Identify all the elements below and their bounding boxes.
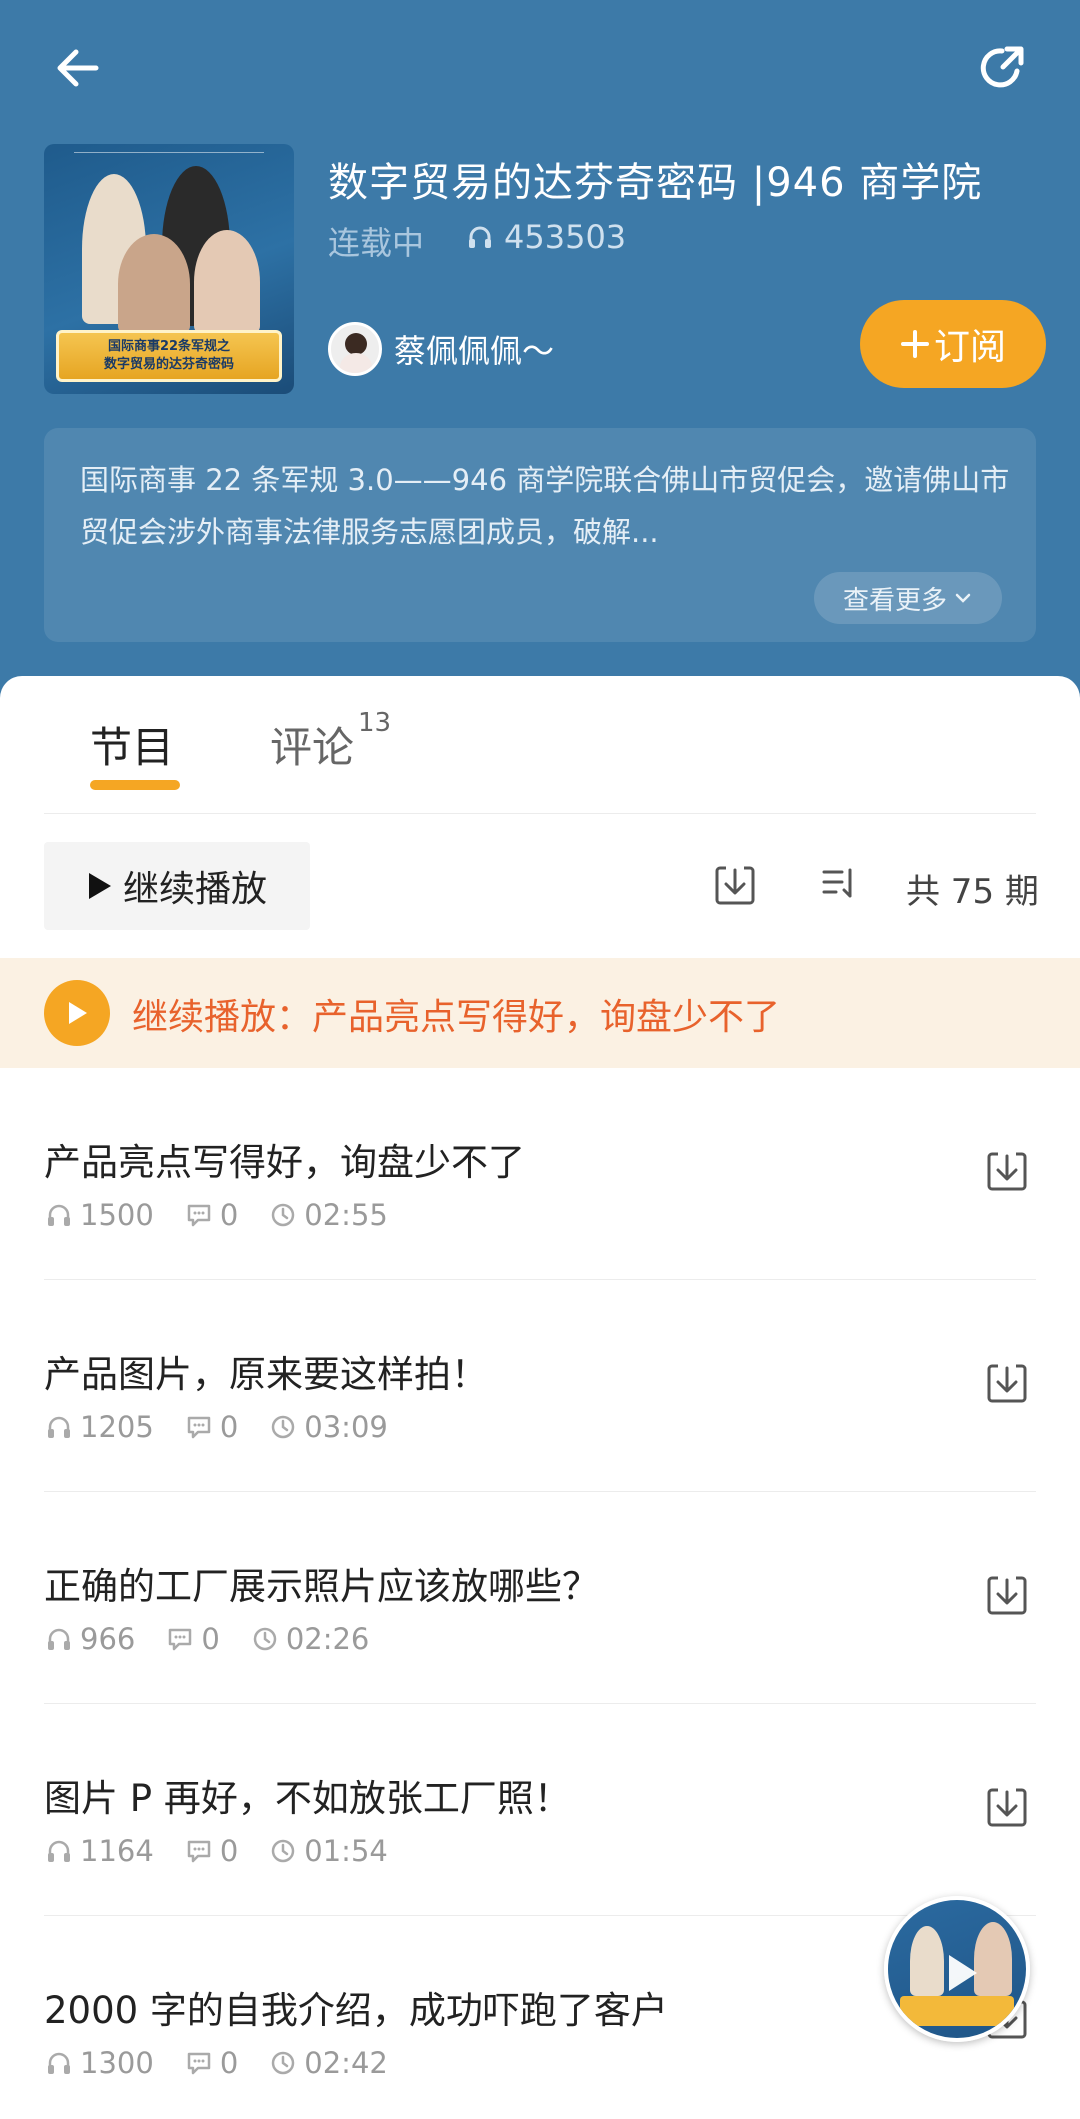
clock-icon bbox=[272, 1415, 295, 1439]
episode-comments: 0 bbox=[219, 1834, 239, 1868]
subscribe-label: 订阅 bbox=[933, 327, 1006, 368]
batch-download-icon[interactable] bbox=[712, 862, 758, 912]
download-icon[interactable] bbox=[984, 1360, 1030, 1410]
author-name[interactable]: 蔡佩佩佩～ bbox=[394, 326, 554, 372]
episode-plays: 1500 bbox=[80, 1198, 154, 1232]
cover-person bbox=[194, 230, 260, 334]
continue-play-button[interactable]: 继续播放 bbox=[44, 842, 310, 930]
back-arrow-icon[interactable] bbox=[38, 28, 118, 108]
author-avatar[interactable] bbox=[328, 322, 382, 376]
play-count-value: 453503 bbox=[504, 218, 627, 256]
episode-comments: 0 bbox=[219, 2046, 239, 2080]
album-play-count: 453503 bbox=[466, 218, 626, 256]
episode-duration: 01:54 bbox=[304, 1834, 388, 1868]
subscribe-button[interactable]: 订阅 bbox=[860, 300, 1046, 388]
author-info[interactable]: 蔡佩佩佩～ bbox=[328, 322, 554, 376]
episode-plays: 1164 bbox=[80, 1834, 154, 1868]
tab-bar: 节目 评论 13 bbox=[44, 706, 1036, 814]
episode-total: 共 75 期 bbox=[906, 872, 1039, 912]
download-icon[interactable] bbox=[984, 1784, 1030, 1834]
cover-strip bbox=[74, 152, 264, 166]
headphones-icon bbox=[48, 1628, 70, 1650]
episode-meta: 1205 0 03:09 bbox=[46, 1410, 420, 1444]
episode-duration: 03:09 bbox=[304, 1410, 388, 1444]
show-more-button[interactable]: 查看更多 bbox=[814, 572, 1002, 624]
resume-text[interactable]: 继续播放：产品亮点写得好，询盘少不了 bbox=[132, 988, 780, 1040]
episode-plays: 966 bbox=[80, 1622, 136, 1656]
album-title: 数字贸易的达芬奇密码 |946 商学院 bbox=[328, 160, 983, 206]
headphones-icon bbox=[469, 226, 491, 248]
episode-title[interactable]: 产品图片，原来要这样拍！ bbox=[44, 1344, 488, 1398]
mini-player-banner bbox=[900, 1996, 1014, 2026]
episode-comments: 0 bbox=[219, 1198, 239, 1232]
tab-comments[interactable]: 评论 13 bbox=[270, 708, 391, 775]
episode-item[interactable]: 产品图片，原来要这样拍！ 1205 0 03:09 bbox=[44, 1280, 1036, 1492]
tab-programs[interactable]: 节目 bbox=[90, 714, 174, 775]
comment-icon bbox=[187, 1416, 211, 1439]
cover-person bbox=[118, 234, 190, 334]
cover-banner-line1: 国际商事22条军规之 bbox=[107, 339, 231, 354]
episode-title[interactable]: 图片 P 再好，不如放张工厂照！ bbox=[44, 1768, 571, 1822]
headphones-icon bbox=[48, 2052, 70, 2074]
resume-play-icon[interactable] bbox=[44, 980, 110, 1046]
mini-player[interactable] bbox=[884, 1896, 1030, 2042]
album-status: 连载中 bbox=[328, 224, 425, 262]
comment-icon bbox=[187, 1204, 211, 1227]
episode-item[interactable]: 图片 P 再好，不如放张工厂照！ 1164 0 01:54 bbox=[44, 1704, 1036, 1916]
tab-programs-label: 节目 bbox=[90, 723, 175, 772]
cover-banner-line2: 数字贸易的达芬奇密码 bbox=[103, 357, 234, 372]
episode-duration: 02:26 bbox=[285, 1622, 370, 1656]
show-more-label: 查看更多 bbox=[842, 585, 947, 616]
download-icon[interactable] bbox=[984, 1572, 1030, 1622]
episode-item[interactable]: 正确的工厂展示照片应该放哪些？ 966 0 02:26 bbox=[44, 1492, 1036, 1704]
chevron-down-icon bbox=[955, 593, 971, 603]
episode-meta: 1500 0 02:55 bbox=[46, 1198, 420, 1232]
active-tab-indicator bbox=[90, 780, 180, 790]
headphones-icon bbox=[48, 1204, 70, 1226]
episode-comments: 0 bbox=[219, 1410, 239, 1444]
episode-title[interactable]: 2000 字的自我介绍，成功吓跑了客户 bbox=[44, 1980, 668, 2034]
headphones-icon bbox=[48, 1840, 70, 1862]
clock-icon bbox=[272, 1203, 295, 1227]
share-icon[interactable] bbox=[962, 28, 1042, 108]
mini-player-play-icon[interactable] bbox=[939, 1951, 983, 1995]
episode-meta: 966 0 02:26 bbox=[46, 1622, 401, 1656]
comment-icon bbox=[169, 1628, 192, 1651]
resume-banner[interactable]: 继续播放：产品亮点写得好，询盘少不了 bbox=[0, 958, 1080, 1068]
episode-plays: 1300 bbox=[80, 2046, 154, 2080]
clock-icon bbox=[272, 2051, 295, 2075]
episode-duration: 02:42 bbox=[304, 2046, 388, 2080]
plus-icon bbox=[900, 330, 929, 358]
clock-icon bbox=[253, 1627, 277, 1651]
episode-meta: 1300 0 02:42 bbox=[46, 2046, 420, 2080]
tab-comments-label: 评论 bbox=[270, 723, 355, 772]
episode-duration: 02:55 bbox=[304, 1198, 388, 1232]
clock-icon bbox=[272, 1839, 295, 1863]
episode-item[interactable]: 产品亮点写得好，询盘少不了 1500 0 02:55 bbox=[44, 1068, 1036, 1280]
continue-play-label: 继续播放 bbox=[122, 869, 267, 910]
comment-icon bbox=[187, 2052, 211, 2075]
comment-icon bbox=[187, 1840, 211, 1863]
episode-title[interactable]: 产品亮点写得好，询盘少不了 bbox=[44, 1132, 525, 1186]
comments-count-badge: 13 bbox=[358, 708, 392, 738]
description-text: 国际商事 22 条军规 3.0——946 商学院联合佛山市贸促会，邀请佛山市贸促… bbox=[80, 463, 1010, 549]
cover-banner: 国际商事22条军规之 数字贸易的达芬奇密码 bbox=[56, 330, 282, 382]
download-icon[interactable] bbox=[984, 1148, 1030, 1198]
sort-icon[interactable] bbox=[822, 866, 856, 906]
play-icon bbox=[88, 873, 111, 899]
episode-plays: 1205 bbox=[80, 1410, 154, 1444]
episode-meta: 1164 0 01:54 bbox=[46, 1834, 420, 1868]
album-cover[interactable]: 国际商事22条军规之 数字贸易的达芬奇密码 bbox=[44, 144, 294, 394]
episode-comments: 0 bbox=[201, 1622, 220, 1656]
headphones-icon bbox=[48, 1416, 70, 1438]
episode-title[interactable]: 正确的工厂展示照片应该放哪些？ bbox=[44, 1556, 599, 1610]
